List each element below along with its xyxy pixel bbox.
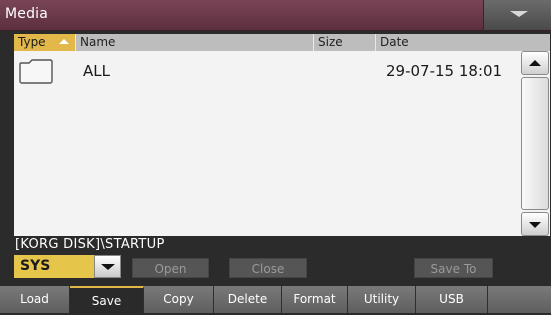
list-header: Type Name Size Date	[14, 34, 550, 51]
column-header-size-label: Size	[318, 35, 343, 49]
column-header-type[interactable]: Type	[14, 34, 76, 51]
column-header-date[interactable]: Date	[376, 34, 550, 51]
tab-usb[interactable]: USB	[416, 286, 488, 313]
scroll-up-button[interactable]	[521, 51, 549, 75]
chevron-down-icon	[510, 11, 528, 17]
column-header-size[interactable]: Size	[314, 34, 376, 51]
current-path: [KORG DISK]\STARTUP	[15, 237, 165, 252]
tab-bar: Load Save Copy Delete Format Utility USB	[0, 286, 551, 313]
list-item-date: 29-07-15 18:01	[386, 62, 503, 80]
title-bar: Media	[0, 0, 551, 31]
chevron-down-icon	[101, 264, 115, 270]
tab-empty	[488, 286, 551, 313]
column-header-name-label: Name	[80, 35, 116, 49]
tab-utility[interactable]: Utility	[348, 286, 416, 313]
arrow-down-icon	[529, 222, 541, 228]
column-header-date-label: Date	[380, 35, 409, 49]
sort-up-icon	[59, 39, 69, 44]
list-item[interactable]: ALL 29-07-15 18:01	[14, 56, 520, 88]
column-header-type-label: Type	[18, 35, 46, 49]
close-button[interactable]: Close	[229, 258, 307, 278]
vertical-scrollbar[interactable]	[520, 51, 550, 236]
list-item-name: ALL	[83, 62, 110, 80]
window-title: Media	[5, 6, 49, 22]
page-menu-button[interactable]	[483, 0, 551, 30]
tab-copy[interactable]: Copy	[144, 286, 214, 313]
save-to-button[interactable]: Save To	[414, 258, 493, 278]
scroll-thumb[interactable]	[521, 77, 549, 210]
scroll-down-button[interactable]	[521, 212, 549, 236]
tab-save[interactable]: Save	[70, 286, 144, 313]
folder-icon	[19, 59, 53, 84]
column-header-name[interactable]: Name	[76, 34, 314, 51]
tab-load[interactable]: Load	[0, 286, 70, 313]
tab-delete[interactable]: Delete	[214, 286, 282, 313]
tab-format[interactable]: Format	[282, 286, 348, 313]
device-select-button[interactable]	[94, 255, 121, 278]
device-select[interactable]: SYS	[14, 255, 94, 278]
arrow-up-icon	[529, 60, 541, 66]
open-button[interactable]: Open	[132, 258, 209, 278]
file-list-panel: Type Name Size Date ALL 29-07-15 18:01	[14, 34, 550, 236]
